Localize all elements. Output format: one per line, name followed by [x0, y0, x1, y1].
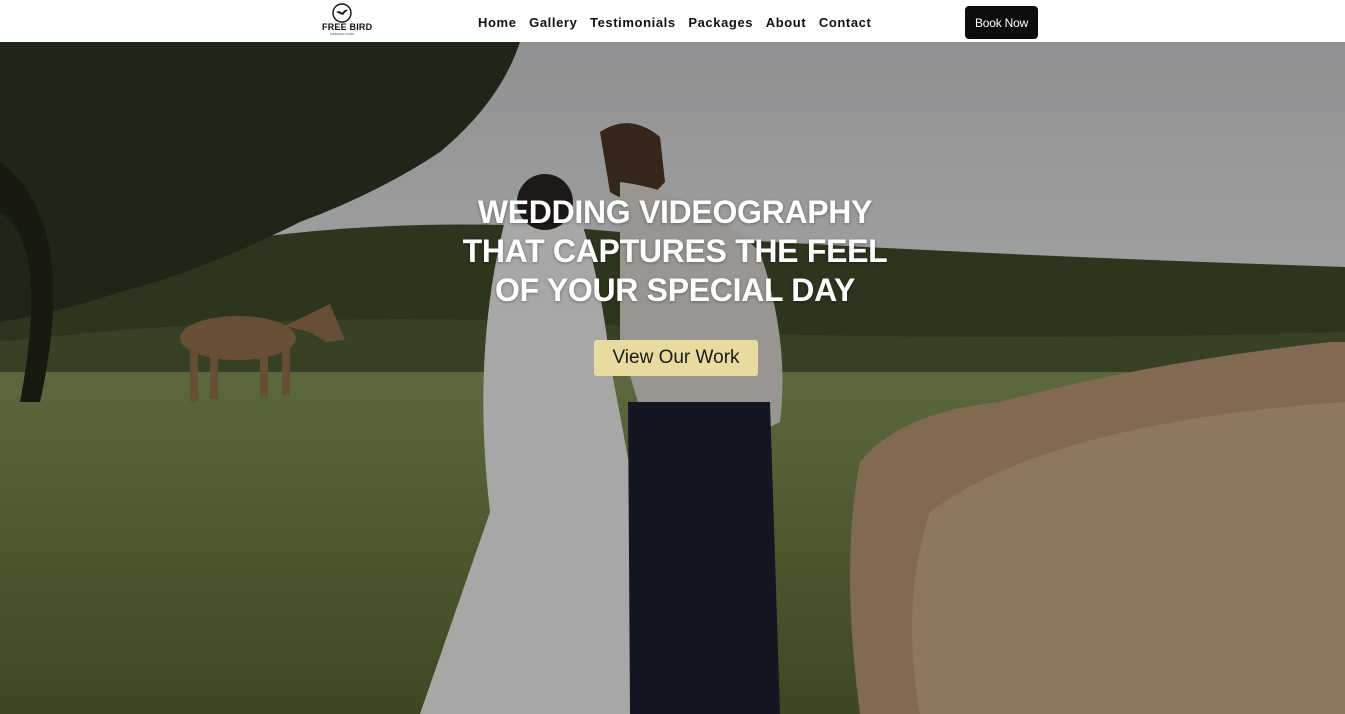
logo[interactable]: FREE BIRD WEDDING FILMS: [322, 3, 373, 39]
site-header: FREE BIRD WEDDING FILMS Home Gallery Tes…: [0, 0, 1345, 42]
book-now-button[interactable]: Book Now: [965, 6, 1038, 39]
logo-subtext: WEDDING FILMS: [329, 32, 355, 36]
nav-packages[interactable]: Packages: [688, 14, 753, 32]
nav-contact[interactable]: Contact: [819, 14, 872, 32]
view-our-work-button[interactable]: View Our Work: [594, 340, 758, 376]
nav-home[interactable]: Home: [478, 14, 517, 32]
logo-text: FREE BIRD: [322, 22, 373, 32]
nav-gallery[interactable]: Gallery: [529, 14, 577, 32]
main-nav: Home Gallery Testimonials Packages About…: [478, 14, 884, 32]
bird-logo-icon: [332, 3, 352, 23]
hero-headline: WEDDING VIDEOGRAPHY THAT CAPTURES THE FE…: [430, 193, 920, 310]
headline-line-1: WEDDING VIDEOGRAPHY: [477, 194, 873, 230]
headline-line-2: THAT CAPTURES THE FEEL: [462, 233, 888, 269]
nav-testimonials[interactable]: Testimonials: [590, 14, 676, 32]
headline-line-3: OF YOUR SPECIAL DAY: [494, 272, 856, 308]
nav-about[interactable]: About: [766, 14, 807, 32]
hero-section: WEDDING VIDEOGRAPHY THAT CAPTURES THE FE…: [0, 42, 1345, 714]
hero-dim-overlay: [0, 42, 1345, 714]
